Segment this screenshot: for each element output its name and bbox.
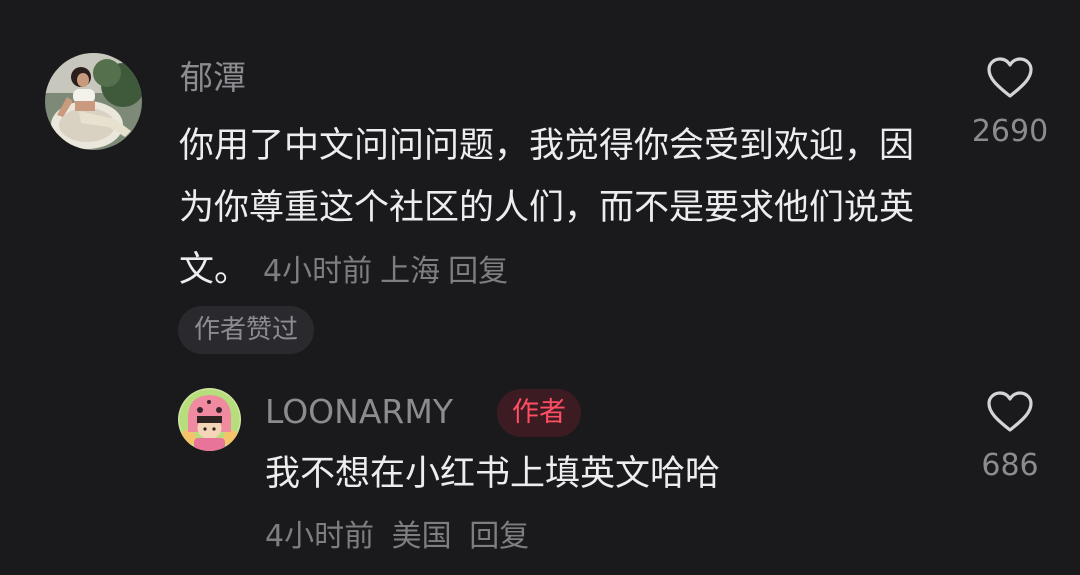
comment-body[interactable]: 你用了中文问问问题，我觉得你会受到欢迎，因为你尊重这个社区的人们，而不是要求他们… (179, 115, 939, 303)
comment-time: 4小时前 (263, 254, 373, 289)
comment-like-button[interactable]: 2690 (960, 56, 1060, 152)
reply-username[interactable]: LOONARMY (265, 392, 453, 432)
comment-like-count: 2690 (971, 114, 1049, 149)
comment-meta: 4小时前 上海 回复 (263, 254, 508, 289)
comment-location: 上海 (380, 254, 441, 289)
reply-like-count: 686 (981, 448, 1039, 483)
reply-avatar[interactable] (178, 388, 241, 451)
heart-outline-icon (987, 57, 1033, 98)
reply-time: 4小时前 (265, 519, 375, 554)
reply-location: 美国 (391, 519, 452, 554)
comment-thread: 郁潭 你用了中文问问问题，我觉得你会受到欢迎，因为你尊重这个社区的人们，而不是要… (0, 0, 1080, 575)
avatar-cartoon (178, 388, 241, 451)
author-badge: 作者 (497, 389, 581, 437)
heart-outline-icon (987, 391, 1033, 432)
comment-username[interactable]: 郁潭 (180, 58, 246, 98)
reply-reply-button[interactable]: 回复 (469, 519, 529, 554)
comment-reply-button[interactable]: 回复 (448, 254, 508, 289)
reply-text[interactable]: 我不想在小红书上填英文哈哈 (265, 446, 720, 502)
avatar-photo (45, 53, 142, 150)
avatar[interactable] (45, 53, 142, 150)
reply-meta: 4小时前 美国 回复 (265, 517, 529, 557)
author-liked-badge: 作者赞过 (178, 306, 315, 354)
reply-like-button[interactable]: 686 (960, 390, 1060, 486)
